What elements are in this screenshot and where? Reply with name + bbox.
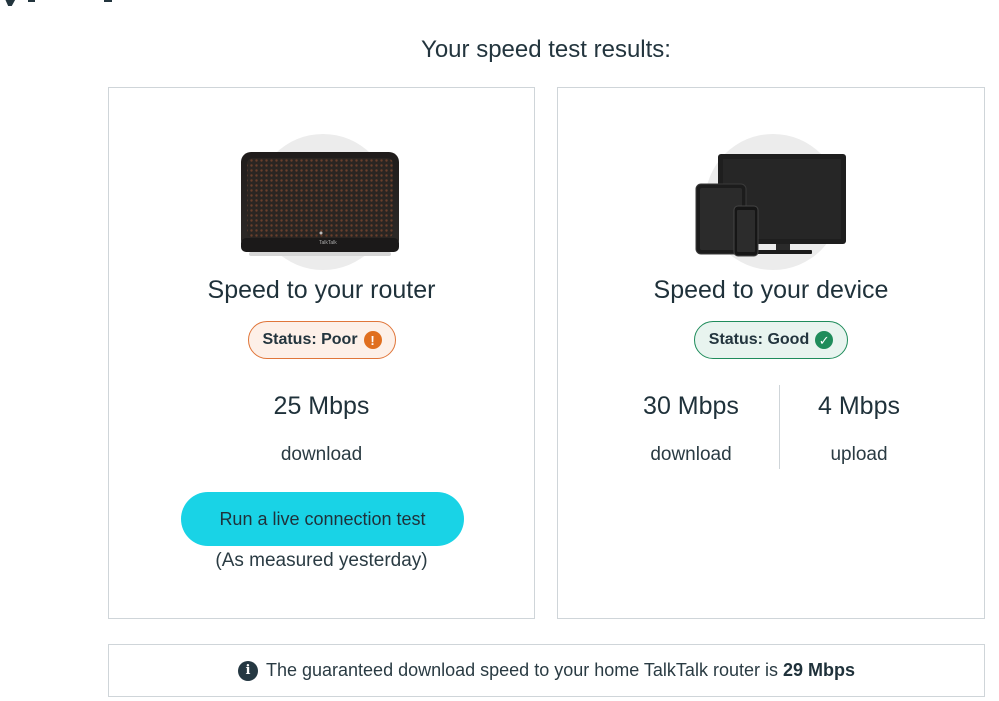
router-download-label: download xyxy=(280,444,363,465)
router-card-title: Speed to your router xyxy=(207,276,436,304)
info-icon: i xyxy=(237,660,258,681)
measured-note: (As measured yesterday) xyxy=(215,550,428,571)
page-title: Your speed test results: xyxy=(421,36,671,63)
guaranteed-speed-value: 29 Mbps xyxy=(782,660,856,680)
device-upload-value: 4 Mbps xyxy=(818,392,900,420)
checkmark-icon: ✓ xyxy=(815,331,834,349)
device-speed-card: Speed to your device Status: Good ✓ 30 M… xyxy=(557,87,985,619)
info-message: The guaranteed download speed to your ho… xyxy=(265,660,778,680)
router-icon: TalkTalk xyxy=(241,152,399,256)
device-upload-label: upload xyxy=(830,444,888,465)
run-live-connection-test-button[interactable]: Run a live connection test xyxy=(181,492,464,546)
svg-text:TalkTalk: TalkTalk xyxy=(319,240,337,246)
device-download-value: 30 Mbps xyxy=(643,392,739,420)
router-speed-card: TalkTalk Speed to your router Status: Po… xyxy=(108,87,535,619)
device-download-label: download xyxy=(650,444,732,465)
status-badge-good: Status: Good ✓ xyxy=(694,321,848,359)
devices-icon xyxy=(695,154,846,257)
info-text: The guaranteed download speed to your ho… xyxy=(266,660,855,681)
guaranteed-speed-info-bar: i The guaranteed download speed to your … xyxy=(108,644,985,697)
status-badge-poor: Status: Poor ! xyxy=(248,321,396,359)
device-card-title: Speed to your device xyxy=(653,276,889,304)
cropped-heading-fragment xyxy=(5,0,112,6)
exclamation-icon: ! xyxy=(363,331,382,349)
router-download-value: 25 Mbps xyxy=(273,392,370,420)
status-badge-label: Status: Good xyxy=(708,331,810,348)
metric-divider xyxy=(779,385,780,469)
status-badge-label: Status: Poor xyxy=(262,331,358,348)
